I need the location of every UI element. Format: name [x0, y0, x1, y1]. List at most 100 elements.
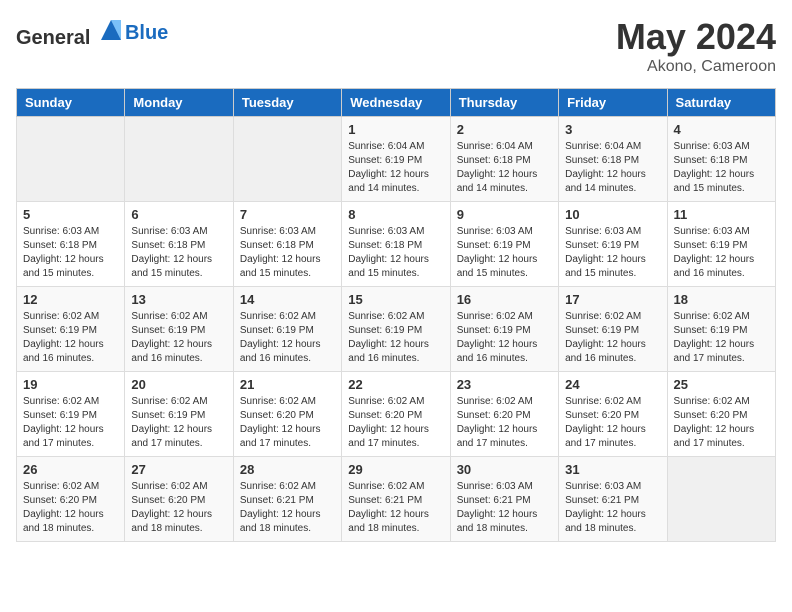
day-info: Sunrise: 6:02 AM Sunset: 6:20 PM Dayligh…: [131, 480, 226, 536]
day-of-week-header: Saturday: [667, 89, 775, 117]
day-info: Sunrise: 6:03 AM Sunset: 6:18 PM Dayligh…: [23, 225, 118, 281]
calendar-day-cell: [17, 117, 125, 202]
calendar-day-cell: [233, 117, 341, 202]
day-number: 12: [23, 292, 118, 307]
calendar-day-cell: 14 Sunrise: 6:02 AM Sunset: 6:19 PM Dayli…: [233, 287, 341, 372]
day-info: Sunrise: 6:02 AM Sunset: 6:19 PM Dayligh…: [240, 310, 335, 366]
day-info: Sunrise: 6:02 AM Sunset: 6:19 PM Dayligh…: [131, 310, 226, 366]
calendar-day-cell: 26 Sunrise: 6:02 AM Sunset: 6:20 PM Dayli…: [17, 457, 125, 542]
day-number: 10: [565, 207, 660, 222]
day-info: Sunrise: 6:03 AM Sunset: 6:18 PM Dayligh…: [348, 225, 443, 281]
calendar-day-cell: 21 Sunrise: 6:02 AM Sunset: 6:20 PM Dayli…: [233, 372, 341, 457]
calendar-day-cell: 19 Sunrise: 6:02 AM Sunset: 6:19 PM Dayli…: [17, 372, 125, 457]
day-info: Sunrise: 6:02 AM Sunset: 6:21 PM Dayligh…: [240, 480, 335, 536]
day-info: Sunrise: 6:02 AM Sunset: 6:19 PM Dayligh…: [23, 310, 118, 366]
day-of-week-header: Monday: [125, 89, 233, 117]
calendar-day-cell: 12 Sunrise: 6:02 AM Sunset: 6:19 PM Dayli…: [17, 287, 125, 372]
day-info: Sunrise: 6:02 AM Sunset: 6:20 PM Dayligh…: [457, 395, 552, 451]
day-number: 21: [240, 377, 335, 392]
day-info: Sunrise: 6:03 AM Sunset: 6:19 PM Dayligh…: [565, 225, 660, 281]
day-number: 29: [348, 462, 443, 477]
day-of-week-header: Wednesday: [342, 89, 450, 117]
calendar-week-row: 12 Sunrise: 6:02 AM Sunset: 6:19 PM Dayli…: [17, 287, 776, 372]
calendar-week-row: 26 Sunrise: 6:02 AM Sunset: 6:20 PM Dayli…: [17, 457, 776, 542]
calendar-day-cell: 15 Sunrise: 6:02 AM Sunset: 6:19 PM Dayli…: [342, 287, 450, 372]
logo-icon: [97, 16, 125, 44]
day-info: Sunrise: 6:04 AM Sunset: 6:18 PM Dayligh…: [565, 140, 660, 196]
page-header: General Blue May 2024 Akono, Cameroon: [16, 16, 776, 76]
day-number: 6: [131, 207, 226, 222]
day-number: 14: [240, 292, 335, 307]
day-number: 17: [565, 292, 660, 307]
calendar-day-cell: 7Sunrise: 6:03 AM Sunset: 6:18 PM Daylig…: [233, 202, 341, 287]
day-info: Sunrise: 6:02 AM Sunset: 6:19 PM Dayligh…: [674, 310, 769, 366]
calendar-day-cell: 24Sunrise: 6:02 AM Sunset: 6:20 PM Dayli…: [559, 372, 667, 457]
calendar-day-cell: [667, 457, 775, 542]
day-number: 24: [565, 377, 660, 392]
calendar-day-cell: 28Sunrise: 6:02 AM Sunset: 6:21 PM Dayli…: [233, 457, 341, 542]
calendar-day-cell: 1Sunrise: 6:04 AM Sunset: 6:19 PM Daylig…: [342, 117, 450, 202]
calendar-day-cell: 17 Sunrise: 6:02 AM Sunset: 6:19 PM Dayli…: [559, 287, 667, 372]
day-number: 5: [23, 207, 118, 222]
day-info: Sunrise: 6:03 AM Sunset: 6:19 PM Dayligh…: [674, 225, 769, 281]
day-info: Sunrise: 6:03 AM Sunset: 6:18 PM Dayligh…: [131, 225, 226, 281]
day-info: Sunrise: 6:02 AM Sunset: 6:20 PM Dayligh…: [240, 395, 335, 451]
calendar-table: SundayMondayTuesdayWednesdayThursdayFrid…: [16, 88, 776, 542]
calendar-day-cell: [125, 117, 233, 202]
day-of-week-header: Tuesday: [233, 89, 341, 117]
day-number: 11: [674, 207, 769, 222]
day-info: Sunrise: 6:02 AM Sunset: 6:20 PM Dayligh…: [348, 395, 443, 451]
calendar-day-cell: 29Sunrise: 6:02 AM Sunset: 6:21 PM Dayli…: [342, 457, 450, 542]
calendar-day-cell: 22 Sunrise: 6:02 AM Sunset: 6:20 PM Dayli…: [342, 372, 450, 457]
calendar-day-cell: 6 Sunrise: 6:03 AM Sunset: 6:18 PM Daylig…: [125, 202, 233, 287]
calendar-week-row: 19 Sunrise: 6:02 AM Sunset: 6:19 PM Dayli…: [17, 372, 776, 457]
day-info: Sunrise: 6:03 AM Sunset: 6:18 PM Dayligh…: [240, 225, 335, 281]
location-title: Akono, Cameroon: [616, 58, 776, 76]
day-number: 13: [131, 292, 226, 307]
title-area: May 2024 Akono, Cameroon: [616, 16, 776, 76]
day-info: Sunrise: 6:03 AM Sunset: 6:18 PM Dayligh…: [674, 140, 769, 196]
day-number: 23: [457, 377, 552, 392]
day-number: 19: [23, 377, 118, 392]
day-info: Sunrise: 6:02 AM Sunset: 6:19 PM Dayligh…: [131, 395, 226, 451]
day-number: 20: [131, 377, 226, 392]
day-info: Sunrise: 6:02 AM Sunset: 6:19 PM Dayligh…: [457, 310, 552, 366]
logo-general: General: [16, 27, 90, 49]
day-info: Sunrise: 6:02 AM Sunset: 6:19 PM Dayligh…: [565, 310, 660, 366]
calendar-day-cell: 4 Sunrise: 6:03 AM Sunset: 6:18 PM Daylig…: [667, 117, 775, 202]
day-number: 26: [23, 462, 118, 477]
calendar-header-row: SundayMondayTuesdayWednesdayThursdayFrid…: [17, 89, 776, 117]
calendar-day-cell: 13 Sunrise: 6:02 AM Sunset: 6:19 PM Dayli…: [125, 287, 233, 372]
day-number: 16: [457, 292, 552, 307]
day-number: 30: [457, 462, 552, 477]
calendar-week-row: 5 Sunrise: 6:03 AM Sunset: 6:18 PM Daylig…: [17, 202, 776, 287]
calendar-day-cell: 16 Sunrise: 6:02 AM Sunset: 6:19 PM Dayli…: [450, 287, 558, 372]
day-number: 2: [457, 122, 552, 137]
day-number: 22: [348, 377, 443, 392]
day-number: 31: [565, 462, 660, 477]
calendar-day-cell: 3Sunrise: 6:04 AM Sunset: 6:18 PM Daylig…: [559, 117, 667, 202]
calendar-day-cell: 27 Sunrise: 6:02 AM Sunset: 6:20 PM Dayli…: [125, 457, 233, 542]
day-of-week-header: Sunday: [17, 89, 125, 117]
day-info: Sunrise: 6:02 AM Sunset: 6:20 PM Dayligh…: [23, 480, 118, 536]
calendar-day-cell: 23 Sunrise: 6:02 AM Sunset: 6:20 PM Dayli…: [450, 372, 558, 457]
day-number: 4: [674, 122, 769, 137]
day-info: Sunrise: 6:04 AM Sunset: 6:18 PM Dayligh…: [457, 140, 552, 196]
day-info: Sunrise: 6:02 AM Sunset: 6:19 PM Dayligh…: [348, 310, 443, 366]
logo-blue: Blue: [125, 22, 168, 44]
day-number: 27: [131, 462, 226, 477]
calendar-day-cell: 31 Sunrise: 6:03 AM Sunset: 6:21 PM Dayli…: [559, 457, 667, 542]
calendar-day-cell: 20 Sunrise: 6:02 AM Sunset: 6:19 PM Dayli…: [125, 372, 233, 457]
day-number: 15: [348, 292, 443, 307]
day-info: Sunrise: 6:02 AM Sunset: 6:19 PM Dayligh…: [23, 395, 118, 451]
calendar-day-cell: 8 Sunrise: 6:03 AM Sunset: 6:18 PM Daylig…: [342, 202, 450, 287]
day-info: Sunrise: 6:02 AM Sunset: 6:20 PM Dayligh…: [674, 395, 769, 451]
day-info: Sunrise: 6:03 AM Sunset: 6:21 PM Dayligh…: [565, 480, 660, 536]
day-number: 8: [348, 207, 443, 222]
calendar-day-cell: 18Sunrise: 6:02 AM Sunset: 6:19 PM Dayli…: [667, 287, 775, 372]
day-of-week-header: Friday: [559, 89, 667, 117]
day-info: Sunrise: 6:03 AM Sunset: 6:21 PM Dayligh…: [457, 480, 552, 536]
calendar-day-cell: 25Sunrise: 6:02 AM Sunset: 6:20 PM Dayli…: [667, 372, 775, 457]
logo: General Blue: [16, 16, 168, 50]
day-of-week-header: Thursday: [450, 89, 558, 117]
